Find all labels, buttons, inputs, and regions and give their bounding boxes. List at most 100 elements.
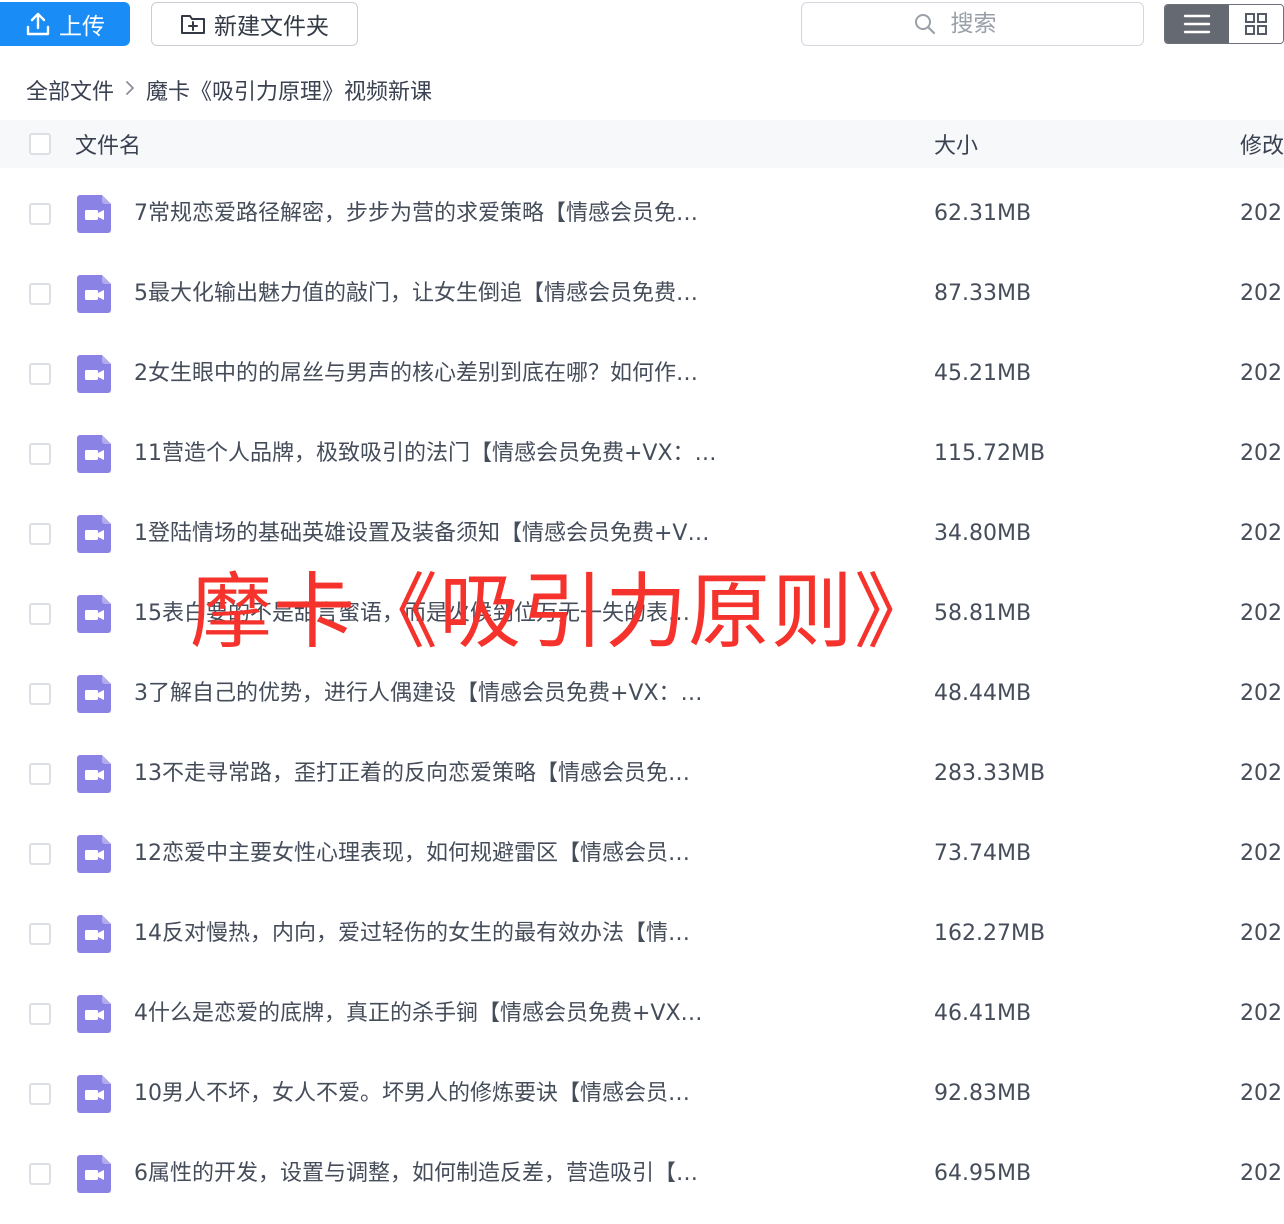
row-checkbox[interactable] [29, 363, 51, 385]
breadcrumb-current: 魔卡《吸引力原理》视频新课 [146, 80, 433, 105]
row-checkbox[interactable] [29, 523, 51, 545]
video-file-icon [77, 435, 111, 473]
file-name[interactable]: 6属性的开发，设置与调整，如何制造反差，营造吸引【… [134, 1158, 754, 1190]
file-size: 34.80MB [934, 521, 1032, 546]
file-list: 7常规恋爱路径解密，步步为营的求爱策略【情感会员免… 62.31MB 202 5… [0, 174, 1284, 1214]
file-row[interactable]: 10男人不坏，女人不爱。坏男人的修炼要诀【情感会员… 92.83MB 202 [0, 1054, 1284, 1134]
file-row[interactable]: 6属性的开发，设置与调整，如何制造反差，营造吸引【… 64.95MB 202 [0, 1134, 1284, 1214]
file-name[interactable]: 13不走寻常路，歪打正着的反向恋爱策略【情感会员免… [134, 758, 754, 790]
column-header-size[interactable]: 大小 [934, 128, 978, 160]
file-row[interactable]: 15表白要的不是甜言蜜语，而是火候到位万无一失的表… 58.81MB 202 [0, 574, 1284, 654]
file-size: 73.74MB [934, 841, 1032, 866]
row-checkbox[interactable] [29, 763, 51, 785]
file-modified-date: 202 [1240, 281, 1282, 306]
toolbar: 上传 新建文件夹 [0, 0, 1284, 60]
video-file-icon [77, 915, 111, 953]
video-file-icon [77, 755, 111, 793]
upload-icon [26, 12, 50, 36]
row-checkbox[interactable] [29, 443, 51, 465]
row-checkbox[interactable] [29, 1003, 51, 1025]
file-modified-date: 202 [1240, 681, 1282, 706]
file-modified-date: 202 [1240, 921, 1282, 946]
row-checkbox[interactable] [29, 923, 51, 945]
file-row[interactable]: 14反对慢热，内向，爱过轻伤的女生的最有效办法【情… 162.27MB 202 [0, 894, 1284, 974]
file-name[interactable]: 7常规恋爱路径解密，步步为营的求爱策略【情感会员免… [134, 198, 754, 230]
file-name[interactable]: 12恋爱中主要女性心理表现，如何规避雷区【情感会员… [134, 838, 754, 870]
file-size: 48.44MB [934, 681, 1032, 706]
search-icon [914, 14, 935, 35]
file-modified-date: 202 [1240, 361, 1282, 386]
row-checkbox[interactable] [29, 283, 51, 305]
upload-label: 上传 [59, 14, 105, 40]
file-name[interactable]: 3了解自己的优势，进行人偶建设【情感会员免费+VX：… [134, 678, 754, 710]
breadcrumb-root[interactable]: 全部文件 [26, 74, 114, 106]
column-header-name[interactable]: 文件名 [75, 128, 141, 160]
file-size: 92.83MB [934, 1081, 1032, 1106]
view-toggle [1164, 4, 1284, 44]
grid-view-icon [1245, 13, 1267, 35]
new-folder-icon [181, 15, 205, 34]
row-checkbox[interactable] [29, 1083, 51, 1105]
file-row[interactable]: 4什么是恋爱的底牌，真正的杀手锏【情感会员免费+VX… 46.41MB 202 [0, 974, 1284, 1054]
file-modified-date: 202 [1240, 1001, 1282, 1026]
file-name[interactable]: 5最大化输出魅力值的敲门，让女生倒追【情感会员免费… [134, 278, 754, 310]
video-file-icon [77, 595, 111, 633]
video-file-icon [77, 515, 111, 553]
video-file-icon [77, 355, 111, 393]
search-box[interactable] [801, 2, 1144, 46]
new-folder-button[interactable]: 新建文件夹 [151, 2, 358, 46]
file-size: 45.21MB [934, 361, 1032, 386]
file-row[interactable]: 2女生眼中的的屌丝与男声的核心差别到底在哪？如何作… 45.21MB 202 [0, 334, 1284, 414]
file-size: 46.41MB [934, 1001, 1032, 1026]
search-input[interactable] [948, 10, 1033, 38]
video-file-icon [77, 195, 111, 233]
file-modified-date: 202 [1240, 761, 1282, 786]
row-checkbox[interactable] [29, 683, 51, 705]
grid-view-button[interactable] [1229, 5, 1283, 43]
chevron-right-icon [124, 78, 136, 103]
file-modified-date: 202 [1240, 201, 1282, 226]
column-header-modified[interactable]: 修改 [1240, 128, 1284, 160]
file-name[interactable]: 4什么是恋爱的底牌，真正的杀手锏【情感会员免费+VX… [134, 998, 754, 1030]
video-file-icon [77, 995, 111, 1033]
file-row[interactable]: 12恋爱中主要女性心理表现，如何规避雷区【情感会员… 73.74MB 202 [0, 814, 1284, 894]
file-row[interactable]: 3了解自己的优势，进行人偶建设【情感会员免费+VX：… 48.44MB 202 [0, 654, 1284, 734]
file-size: 115.72MB [934, 441, 1046, 466]
file-row[interactable]: 7常规恋爱路径解密，步步为营的求爱策略【情感会员免… 62.31MB 202 [0, 174, 1284, 254]
upload-button[interactable]: 上传 [0, 2, 130, 46]
file-size: 283.33MB [934, 761, 1046, 786]
video-file-icon [77, 675, 111, 713]
file-modified-date: 202 [1240, 841, 1282, 866]
select-all-checkbox[interactable] [29, 133, 51, 155]
row-checkbox[interactable] [29, 1163, 51, 1185]
video-file-icon [77, 275, 111, 313]
file-size: 64.95MB [934, 1161, 1032, 1186]
file-row[interactable]: 13不走寻常路，歪打正着的反向恋爱策略【情感会员免… 283.33MB 202 [0, 734, 1284, 814]
list-view-button[interactable] [1165, 5, 1229, 43]
file-modified-date: 202 [1240, 441, 1282, 466]
file-row[interactable]: 1登陆情场的基础英雄设置及装备须知【情感会员免费+V… 34.80MB 202 [0, 494, 1284, 574]
new-folder-label: 新建文件夹 [214, 14, 329, 40]
video-file-icon [77, 835, 111, 873]
file-modified-date: 202 [1240, 601, 1282, 626]
file-modified-date: 202 [1240, 1081, 1282, 1106]
breadcrumb: 全部文件 魔卡《吸引力原理》视频新课 [26, 72, 432, 108]
video-file-icon [77, 1155, 111, 1193]
file-name[interactable]: 2女生眼中的的屌丝与男声的核心差别到底在哪？如何作… [134, 358, 754, 390]
file-size: 87.33MB [934, 281, 1032, 306]
file-row[interactable]: 11营造个人品牌，极致吸引的法门【情感会员免费+VX：… 115.72MB 20… [0, 414, 1284, 494]
file-name[interactable]: 10男人不坏，女人不爱。坏男人的修炼要诀【情感会员… [134, 1078, 754, 1110]
row-checkbox[interactable] [29, 203, 51, 225]
file-row[interactable]: 5最大化输出魅力值的敲门，让女生倒追【情感会员免费… 87.33MB 202 [0, 254, 1284, 334]
row-checkbox[interactable] [29, 603, 51, 625]
file-size: 162.27MB [934, 921, 1046, 946]
file-name[interactable]: 1登陆情场的基础英雄设置及装备须知【情感会员免费+V… [134, 518, 754, 550]
list-view-icon [1183, 14, 1211, 34]
file-modified-date: 202 [1240, 1161, 1282, 1186]
file-size: 58.81MB [934, 601, 1032, 626]
file-name[interactable]: 11营造个人品牌，极致吸引的法门【情感会员免费+VX：… [134, 438, 754, 470]
list-header: 文件名 大小 修改 [0, 120, 1284, 168]
file-name[interactable]: 15表白要的不是甜言蜜语，而是火候到位万无一失的表… [134, 598, 754, 630]
file-name[interactable]: 14反对慢热，内向，爱过轻伤的女生的最有效办法【情… [134, 918, 754, 950]
row-checkbox[interactable] [29, 843, 51, 865]
